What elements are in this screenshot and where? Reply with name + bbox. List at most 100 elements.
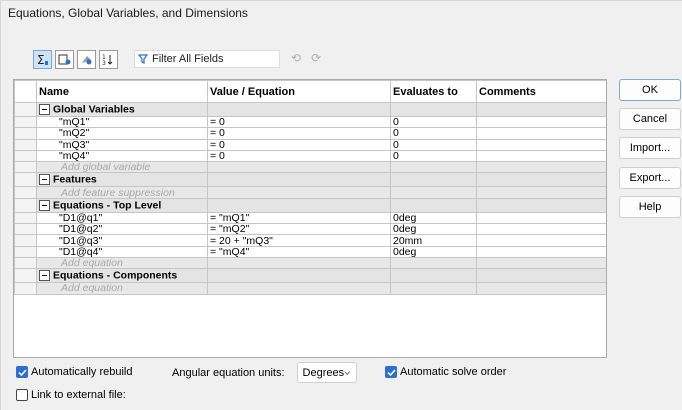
- header-comments[interactable]: Comments: [476, 80, 606, 103]
- row-header[interactable]: [14, 245, 37, 258]
- evaluates-cell: 0deg: [390, 245, 477, 258]
- comments-cell[interactable]: [476, 115, 606, 129]
- sketch-view-icon[interactable]: [55, 49, 74, 69]
- svg-text:Σ: Σ: [37, 53, 45, 66]
- redo-icon[interactable]: ⟳: [311, 51, 321, 65]
- value-cell[interactable]: = 0: [207, 138, 391, 151]
- angular-units-label: Angular equation units:: [172, 366, 285, 379]
- add-row: Add global variable: [14, 161, 606, 174]
- add-feature-suppression[interactable]: Add feature suppression: [36, 186, 208, 199]
- name-cell[interactable]: "mQ2": [36, 127, 208, 140]
- evaluates-cell: 0: [390, 115, 477, 129]
- evaluates-cell: 0: [390, 127, 477, 140]
- equation-view-icon[interactable]: Σ: [33, 49, 52, 69]
- evaluates-cell: 0: [390, 138, 477, 151]
- dialog-title: Equations, Global Variables, and Dimensi…: [8, 6, 248, 20]
- auto-solve-option[interactable]: Automatic solve order: [385, 366, 506, 378]
- filter-label: Filter All Fields: [152, 53, 224, 65]
- header-evaluates[interactable]: Evaluates to: [390, 80, 477, 103]
- chevron-down-icon: [344, 370, 351, 375]
- value-cell[interactable]: = 0: [207, 127, 391, 140]
- auto-rebuild-checkbox[interactable]: [16, 366, 28, 378]
- value-cell[interactable]: = "mQ4": [207, 245, 391, 258]
- name-cell[interactable]: "mQ4": [36, 149, 208, 163]
- comments-cell[interactable]: [476, 138, 606, 151]
- row-header[interactable]: [14, 223, 37, 236]
- svg-text:3: 3: [102, 60, 106, 66]
- name-cell[interactable]: "mQ3": [36, 138, 208, 151]
- header-value[interactable]: Value / Equation: [207, 80, 391, 103]
- row-header[interactable]: [14, 149, 37, 163]
- name-cell[interactable]: "D1@q4": [36, 245, 208, 258]
- collapse-icon[interactable]: [39, 270, 50, 282]
- evaluates-cell: 0deg: [390, 211, 477, 225]
- name-cell[interactable]: "D1@q1": [36, 211, 208, 225]
- value-cell[interactable]: = 0: [207, 115, 391, 129]
- add-row: Add equation: [14, 282, 606, 295]
- link-external-checkbox[interactable]: [16, 389, 28, 401]
- help-button[interactable]: Help: [619, 196, 681, 218]
- equations-dialog: Equations, Global Variables, and Dimensi…: [0, 0, 682, 410]
- angular-units-value: Degrees: [302, 366, 345, 379]
- evaluates-cell: 0: [390, 149, 477, 163]
- link-external-option[interactable]: Link to external file:: [16, 389, 126, 401]
- auto-rebuild-option[interactable]: Automatically rebuild: [16, 366, 133, 378]
- section-title: Features: [53, 173, 97, 186]
- section-equations-components: Equations - Components: [14, 268, 606, 284]
- value-cell[interactable]: = "mQ1": [207, 211, 391, 225]
- value-cell[interactable]: = 0: [207, 149, 391, 163]
- comments-cell[interactable]: [476, 245, 606, 258]
- table-row: "D1@q1" = "mQ1" 0deg: [14, 211, 606, 225]
- comments-cell[interactable]: [476, 211, 606, 225]
- sort-order-icon[interactable]: 13: [99, 49, 118, 69]
- auto-solve-label: Automatic solve order: [400, 366, 507, 378]
- name-cell[interactable]: "mQ1": [36, 115, 208, 129]
- undo-icon[interactable]: ⟲: [291, 51, 301, 65]
- row-header-corner[interactable]: [14, 80, 37, 103]
- section-global-variables: Global Variables: [14, 102, 606, 117]
- angular-units-select[interactable]: Degrees: [296, 362, 357, 383]
- add-global-variable[interactable]: Add global variable: [36, 161, 208, 174]
- ok-button[interactable]: OK: [619, 79, 681, 101]
- add-equation[interactable]: Add equation: [36, 256, 208, 270]
- dimension-view-icon[interactable]: [77, 49, 96, 69]
- evaluates-cell: 0deg: [390, 223, 477, 236]
- section-features: Features: [14, 172, 606, 188]
- comments-cell[interactable]: [476, 127, 606, 140]
- collapse-icon[interactable]: [39, 104, 50, 115]
- undo-redo-group: ⟲ ⟳: [291, 51, 321, 65]
- comments-cell[interactable]: [476, 223, 606, 236]
- add-component-equation[interactable]: Add equation: [36, 282, 208, 295]
- name-cell[interactable]: "D1@q2": [36, 223, 208, 236]
- row-header[interactable]: [14, 211, 37, 225]
- cancel-button[interactable]: Cancel: [619, 108, 681, 130]
- value-cell[interactable]: = "mQ2": [207, 223, 391, 236]
- export-button[interactable]: Export...: [619, 167, 681, 189]
- section-equations-top-level: Equations - Top Level: [14, 197, 606, 213]
- row-header[interactable]: [14, 138, 37, 151]
- name-cell[interactable]: "D1@q3": [36, 234, 208, 247]
- table-row: "D1@q2" = "mQ2" 0deg: [14, 223, 606, 236]
- auto-solve-checkbox[interactable]: [385, 366, 397, 378]
- comments-cell[interactable]: [476, 234, 606, 247]
- comments-cell[interactable]: [476, 149, 606, 163]
- table-row: "D1@q4" = "mQ4" 0deg: [14, 245, 606, 258]
- table-row: "D1@q3" = 20 + "mQ3" 20mm: [14, 234, 606, 247]
- value-cell[interactable]: = 20 + "mQ3": [207, 234, 391, 247]
- evaluates-cell: 20mm: [390, 234, 477, 247]
- import-button[interactable]: Import...: [619, 137, 681, 159]
- row-header[interactable]: [14, 115, 37, 129]
- row-header[interactable]: [14, 234, 37, 247]
- table-row: "mQ2" = 0 0: [14, 127, 606, 140]
- add-row: Add equation: [14, 256, 606, 270]
- header-name[interactable]: Name: [36, 80, 208, 103]
- filter-field[interactable]: Filter All Fields: [134, 50, 280, 68]
- toolbar: Σ 13: [33, 48, 121, 70]
- collapse-icon[interactable]: [39, 174, 50, 186]
- section-title: Equations - Components: [53, 269, 178, 282]
- section-title: Equations - Top Level: [53, 199, 162, 212]
- collapse-icon[interactable]: [39, 199, 50, 211]
- row-header[interactable]: [14, 127, 37, 140]
- link-external-label: Link to external file:: [31, 389, 126, 401]
- section-title: Global Variables: [53, 103, 135, 116]
